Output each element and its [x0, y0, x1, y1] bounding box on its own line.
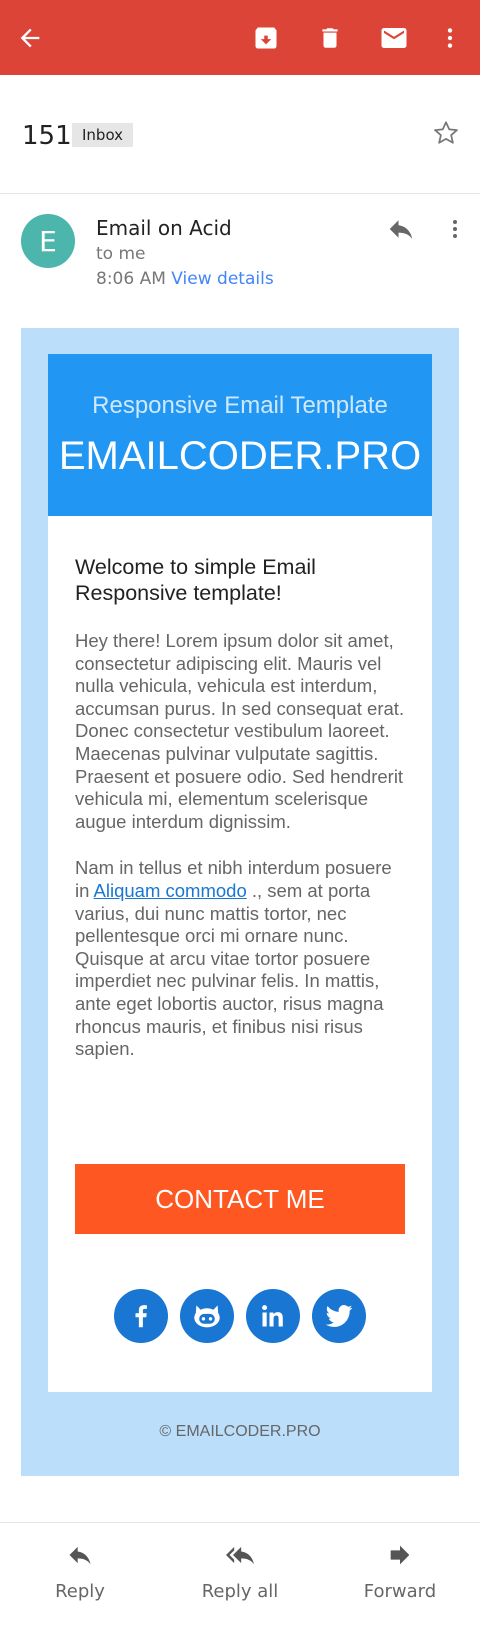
twitter-icon[interactable]	[312, 1289, 366, 1343]
aliquam-commodo-link[interactable]: Aliquam commodo	[94, 880, 247, 901]
forward-button[interactable]: Forward	[330, 1541, 470, 1602]
message-time-row: 8:06 AM View details	[96, 269, 274, 289]
message-time: 8:06 AM	[96, 269, 166, 289]
email-hero-banner: Responsive Email Template EMAILCODER.PRO	[48, 354, 432, 516]
github-icon[interactable]	[180, 1289, 234, 1343]
archive-icon[interactable]	[246, 18, 286, 58]
inbox-label-badge[interactable]: Inbox	[72, 123, 134, 147]
avatar[interactable]: E	[21, 214, 75, 268]
subject-row: 151 Inbox	[0, 75, 480, 194]
more-vert-icon[interactable]	[430, 18, 470, 58]
forward-label: Forward	[363, 1581, 437, 1602]
hero-subtitle: Responsive Email Template	[92, 392, 388, 419]
star-icon[interactable]	[432, 119, 460, 151]
reply-label: Reply	[55, 1581, 105, 1602]
social-links	[48, 1289, 432, 1343]
delete-icon[interactable]	[310, 18, 350, 58]
email-content: Welcome to simple Email Responsive templ…	[75, 554, 407, 1061]
reply-icon	[66, 1546, 94, 1573]
message-header: E Email on Acid to me 8:06 AM View detai…	[0, 194, 480, 314]
email-card: Responsive Email Template EMAILCODER.PRO…	[48, 354, 432, 1392]
mark-unread-icon[interactable]	[374, 18, 414, 58]
reply-all-icon	[223, 1546, 257, 1573]
email-heading: Welcome to simple Email Responsive templ…	[75, 555, 316, 605]
forward-icon	[386, 1545, 414, 1573]
linkedin-icon[interactable]	[246, 1289, 300, 1343]
email-copyright: © EMAILCODER.PRO	[159, 1423, 321, 1440]
view-details-link[interactable]: View details	[171, 269, 273, 289]
reply-icon[interactable]	[386, 214, 416, 248]
message-more-icon[interactable]	[443, 214, 467, 248]
paragraph-2-end: ., sem at porta varius, dui nunc mattis …	[75, 879, 384, 1060]
hero-title: EMAILCODER.PRO	[58, 434, 422, 478]
reply-all-label: Reply all	[201, 1581, 279, 1602]
reply-all-button[interactable]: Reply all	[170, 1541, 310, 1602]
email-paragraph-2: Nam in tellus et nibh interdum posuere i…	[75, 857, 407, 1060]
email-paragraph-1: Hey there! Lorem ipsum dolor sit amet, c…	[75, 630, 405, 832]
back-arrow-icon[interactable]	[10, 18, 50, 58]
contact-me-button[interactable]: CONTACT ME	[75, 1164, 405, 1234]
email-body: Responsive Email Template EMAILCODER.PRO…	[21, 328, 459, 1476]
top-app-bar	[0, 0, 480, 75]
recipient-text: to me	[96, 244, 146, 264]
bottom-action-bar: Reply Reply all Forward	[0, 1522, 480, 1630]
sender-name: Email on Acid	[96, 216, 232, 240]
reply-button[interactable]: Reply	[10, 1541, 150, 1602]
facebook-icon[interactable]	[114, 1289, 168, 1343]
subject-count: 151	[22, 121, 72, 151]
